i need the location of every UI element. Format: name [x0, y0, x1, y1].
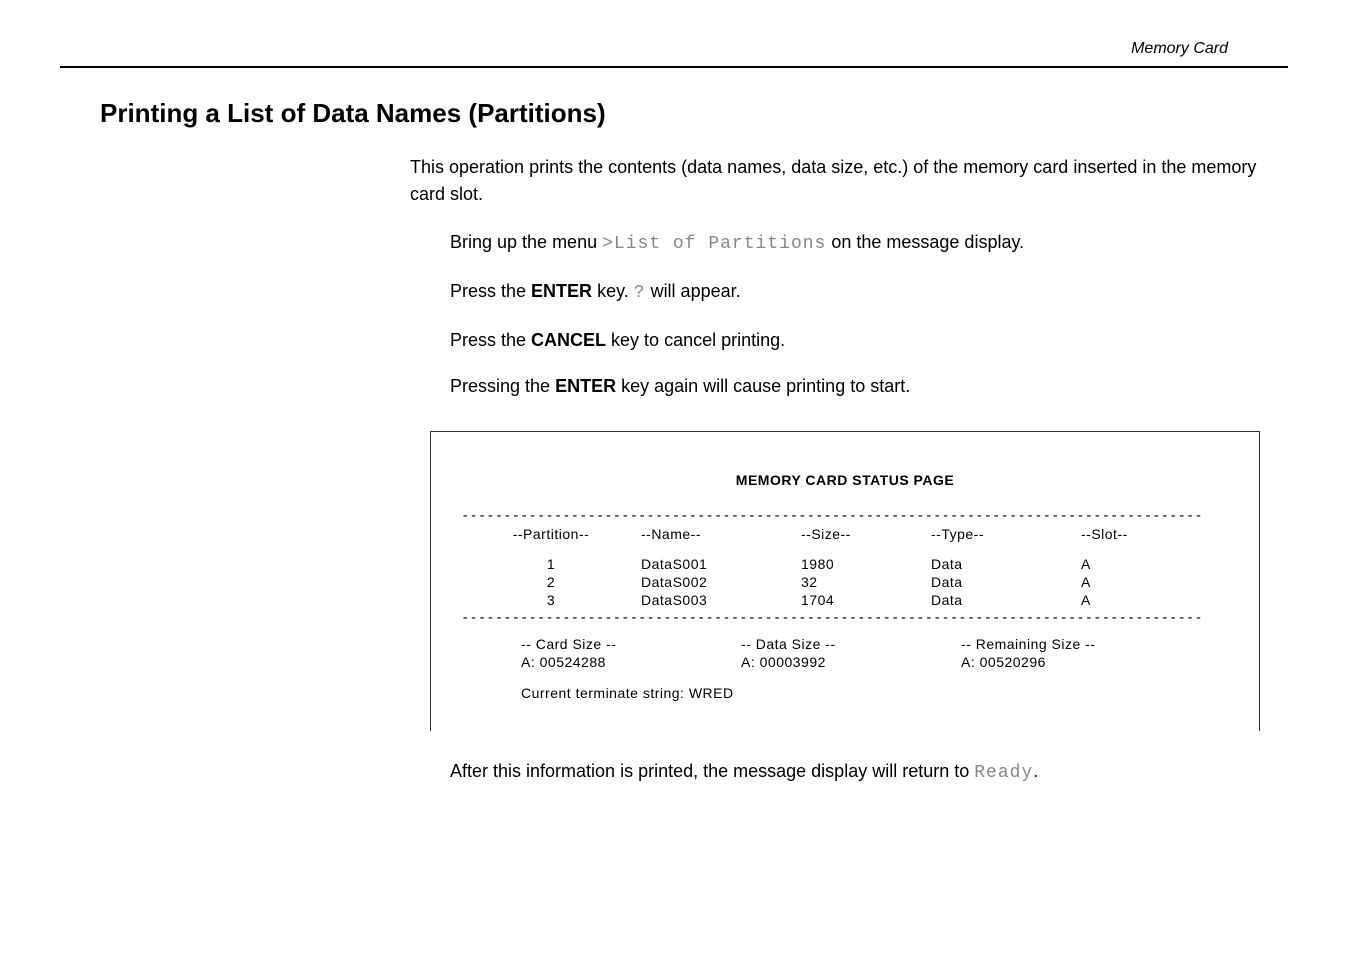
step-2-pre: Press the — [450, 281, 531, 301]
footer-code: Ready — [974, 763, 1033, 783]
cell-name: DataS002 — [641, 574, 801, 590]
table-row: 2 DataS002 32 Data A — [461, 574, 1229, 590]
step-1-code: >List of Partitions — [602, 234, 826, 254]
header-divider — [60, 66, 1288, 68]
cell-partition: 3 — [461, 592, 641, 608]
cell-type: Data — [931, 556, 1081, 572]
page-title: Printing a List of Data Names (Partition… — [100, 98, 1288, 129]
step-1: Bring up the menu >List of Partitions on… — [450, 228, 1288, 259]
step-2: Press the ENTER key. ? will appear. — [450, 277, 1288, 308]
cell-size: 1704 — [801, 592, 931, 608]
divider-row: ----------------------------------------… — [461, 508, 1229, 524]
enter-key-label: ENTER — [531, 281, 592, 301]
cell-size: 1980 — [801, 556, 931, 572]
cell-name: DataS003 — [641, 592, 801, 608]
col-header-partition: --Partition-- — [461, 526, 641, 542]
table-row: 1 DataS001 1980 Data A — [461, 556, 1229, 572]
step-4-pre: Pressing the — [450, 376, 555, 396]
enter-key-label-2: ENTER — [555, 376, 616, 396]
step-1-post: on the message display. — [826, 232, 1024, 252]
remaining-size-value: A: 00520296 — [961, 654, 1181, 670]
printout-sample: MEMORY CARD STATUS PAGE ----------------… — [430, 431, 1260, 731]
intro-paragraph: This operation prints the contents (data… — [410, 154, 1288, 208]
step-4: Pressing the ENTER key again will cause … — [450, 372, 1288, 401]
cell-partition: 2 — [461, 574, 641, 590]
printout-title: MEMORY CARD STATUS PAGE — [461, 472, 1229, 488]
footer-post: . — [1033, 761, 1038, 781]
cell-name: DataS001 — [641, 556, 801, 572]
terminate-string: Current terminate string: WRED — [521, 685, 1229, 701]
cell-partition: 1 — [461, 556, 641, 572]
table-header-row: --Partition-- --Name-- --Size-- --Type--… — [461, 526, 1229, 542]
remaining-size-label: -- Remaining Size -- — [961, 636, 1181, 652]
cancel-key-label: CANCEL — [531, 330, 606, 350]
step-3-post: key to cancel printing. — [606, 330, 785, 350]
step-3: Press the CANCEL key to cancel printing. — [450, 326, 1288, 355]
cell-slot: A — [1081, 592, 1161, 608]
data-size-value: A: 00003992 — [741, 654, 961, 670]
cell-type: Data — [931, 574, 1081, 590]
step-2-mid: key. — [592, 281, 634, 301]
card-size-label: -- Card Size -- — [521, 636, 741, 652]
running-header: Memory Card — [60, 40, 1288, 66]
col-header-slot: --Slot-- — [1081, 526, 1161, 542]
step-2-post: will appear. — [646, 281, 741, 301]
cell-size: 32 — [801, 574, 931, 590]
summary-labels: -- Card Size -- -- Data Size -- -- Remai… — [521, 636, 1229, 652]
step-3-pre: Press the — [450, 330, 531, 350]
col-header-size: --Size-- — [801, 526, 931, 542]
data-size-label: -- Data Size -- — [741, 636, 961, 652]
step-2-code: ? — [634, 283, 646, 303]
cell-slot: A — [1081, 556, 1161, 572]
cell-slot: A — [1081, 574, 1161, 590]
cell-type: Data — [931, 592, 1081, 608]
footer-paragraph: After this information is printed, the m… — [450, 761, 1288, 783]
step-4-post: key again will cause printing to start. — [616, 376, 910, 396]
summary-values: A: 00524288 A: 00003992 A: 00520296 — [521, 654, 1229, 670]
col-header-name: --Name-- — [641, 526, 801, 542]
col-header-type: --Type-- — [931, 526, 1081, 542]
card-size-value: A: 00524288 — [521, 654, 741, 670]
footer-pre: After this information is printed, the m… — [450, 761, 974, 781]
table-row: 3 DataS003 1704 Data A — [461, 592, 1229, 608]
divider-row: ----------------------------------------… — [461, 610, 1229, 626]
step-1-text: Bring up the menu — [450, 232, 602, 252]
